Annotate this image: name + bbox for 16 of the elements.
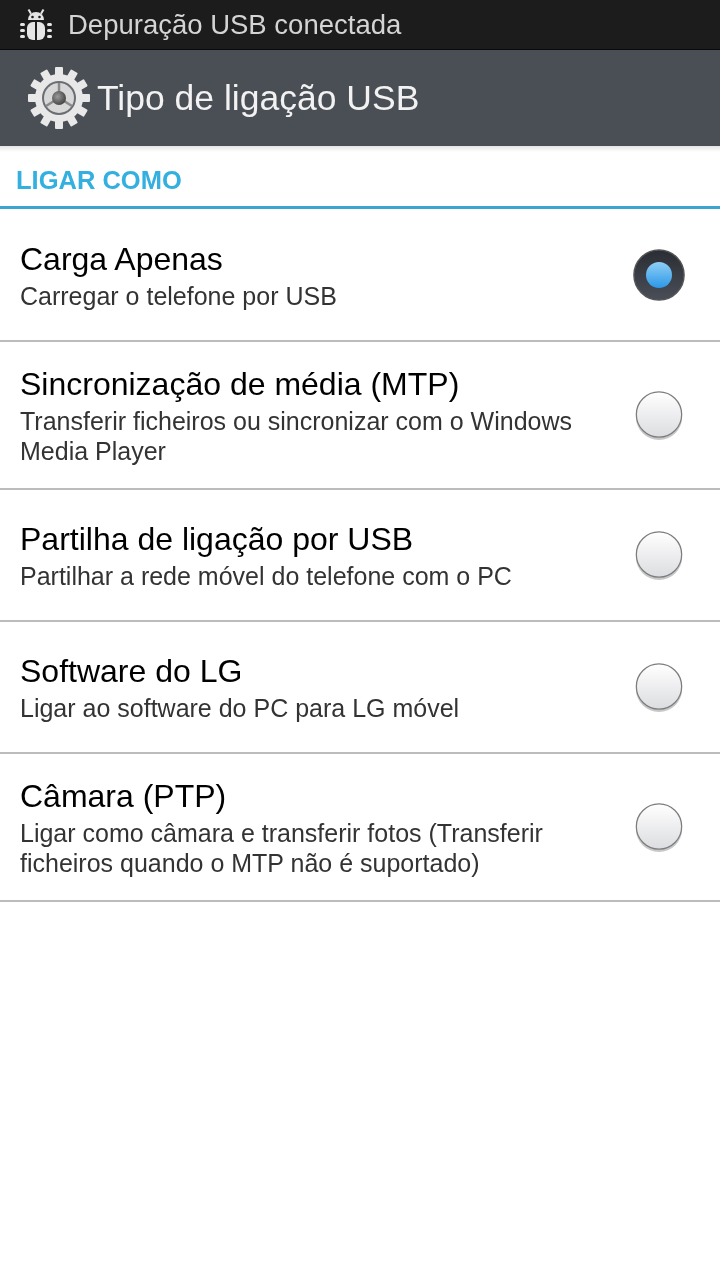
option-title: Câmara (PTP)	[20, 777, 228, 816]
option-title: Carga Apenas	[20, 240, 224, 279]
option-title: Software do LG	[20, 652, 244, 691]
section-header: LIGAR COMO	[15, 165, 183, 196]
option-description: Carregar o telefone por USB	[20, 281, 337, 311]
gear-icon	[27, 66, 91, 130]
option-title: Sincronização de média (MTP)	[20, 365, 461, 404]
option-title: Partilha de ligação por USB	[20, 520, 415, 559]
bug-icon	[19, 7, 53, 42]
option-description: Transferir ficheiros ou sincronizar com o Windows Media Player	[20, 406, 574, 466]
notification-text: Depuração USB conectada	[68, 8, 402, 41]
option-description: Ligar como câmara e transferir fotos (Transferir ficheiros quando o MTP não é suportado)	[20, 818, 544, 878]
option-description: Ligar ao software do PC para LG móvel	[20, 693, 460, 723]
radio-button-selected[interactable]	[632, 248, 686, 302]
option-description: Partilhar a rede móvel do telefone com o PC	[20, 561, 512, 591]
screen-title: Tipo de ligação USB	[97, 77, 420, 119]
